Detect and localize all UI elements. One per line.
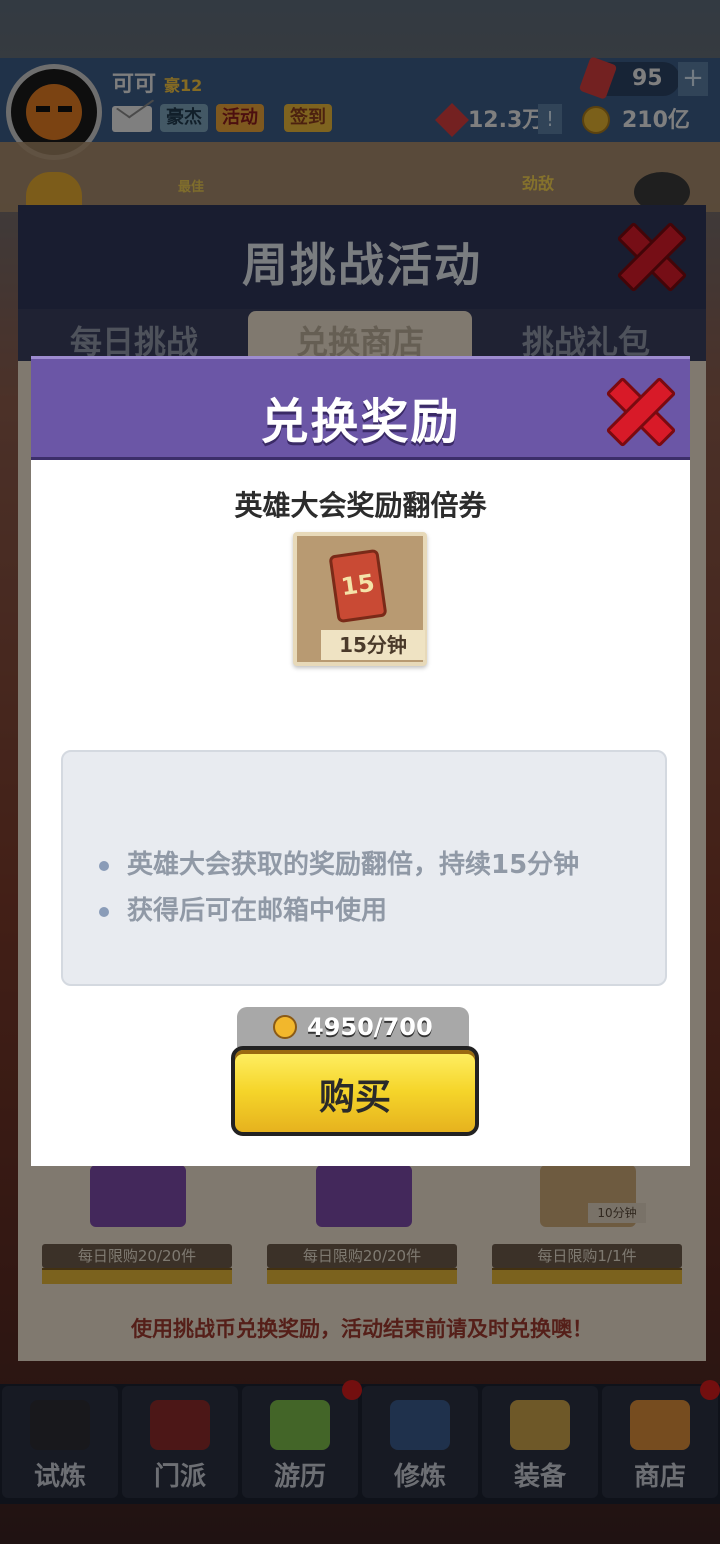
buy-button-label: 购买	[318, 1077, 391, 1118]
description-text: 英雄大会获取的奖励翻倍，持续15分钟	[127, 850, 580, 880]
item-description-box: 英雄大会获取的奖励翻倍，持续15分钟 获得后可在邮箱中使用	[61, 750, 667, 986]
description-line: 获得后可在邮箱中使用	[99, 890, 387, 927]
challenge-coin-icon	[273, 1015, 297, 1039]
description-line: 英雄大会获取的奖励翻倍，持续15分钟	[99, 844, 579, 881]
bullet-icon	[99, 906, 109, 917]
buy-button[interactable]: 购买	[231, 1046, 479, 1136]
modal-close-button[interactable]	[611, 382, 671, 442]
item-duration: 15分钟	[321, 630, 425, 660]
price-text: 4950/700	[307, 1013, 433, 1041]
item-frame: 15 15分钟	[293, 532, 427, 666]
close-icon	[611, 382, 671, 442]
description-text: 获得后可在邮箱中使用	[127, 896, 388, 926]
price-display: 4950/700	[237, 1007, 469, 1047]
double-reward-ticket-icon: 15	[328, 548, 388, 624]
modal-title: 兑换奖励	[260, 394, 461, 450]
item-name: 英雄大会奖励翻倍券	[234, 489, 487, 522]
ticket-number: 15	[339, 568, 377, 602]
exchange-reward-modal: 兑换奖励 英雄大会奖励翻倍券 15 15分钟 英雄大会获取的奖励翻倍，持续15分…	[31, 356, 690, 1166]
bullet-icon	[99, 860, 109, 871]
